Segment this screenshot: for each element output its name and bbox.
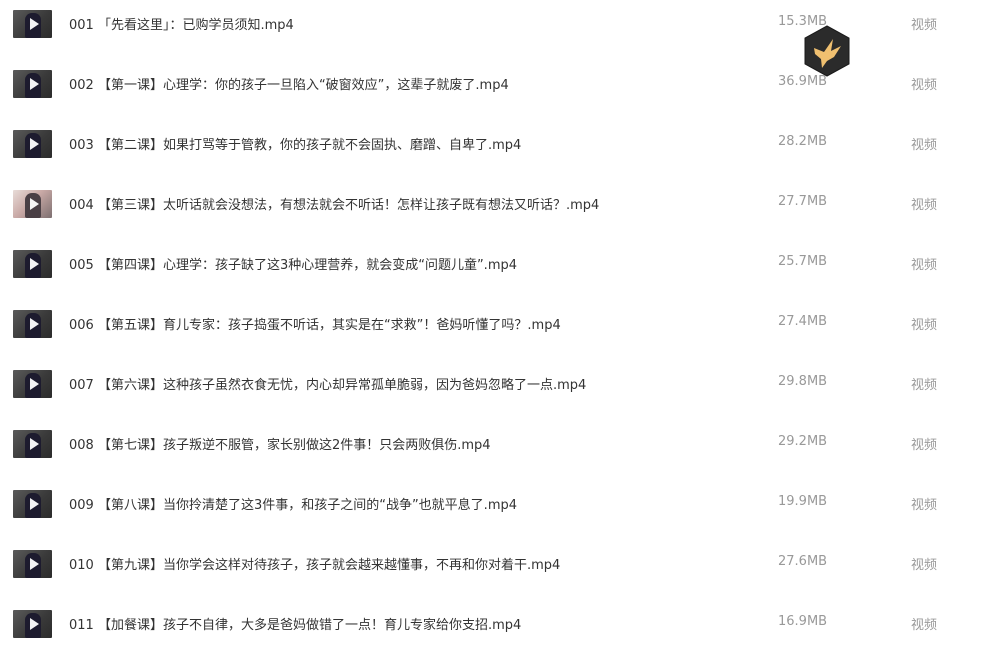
file-type: 视频	[911, 138, 938, 153]
file-type: 视频	[911, 498, 938, 513]
video-thumbnail[interactable]	[13, 130, 52, 158]
file-type: 视频	[911, 18, 938, 33]
file-type: 视频	[911, 318, 938, 333]
file-list: 001 「先看这里」：已购学员须知.mp4 15.3MB 视频 002 【第一课】心理…	[0, 0, 985, 649]
file-name[interactable]: 007 【第六课】这种孩子虽然衣食无忧，内心却异常孤单脆弱，因为爸妈忽略了一点.…	[69, 374, 586, 393]
play-icon[interactable]	[30, 198, 39, 210]
file-name[interactable]: 004 【第三课】太听话就会没想法，有想法就会不听话！怎样让孩子既有想法又听话？…	[69, 194, 599, 213]
file-row[interactable]: 005 【第四课】心理学：孩子缺了这3种心理营养，就会变成“问题儿童”.mp4 2…	[0, 246, 985, 294]
play-icon[interactable]	[30, 378, 39, 390]
file-row[interactable]: 006 【第五课】育儿专家：孩子捣蛋不听话，其实是在“求救”！爸妈听懂了吗？.m…	[0, 306, 985, 354]
play-icon[interactable]	[30, 138, 39, 150]
file-type: 视频	[911, 78, 938, 93]
file-size: 25.7MB	[778, 254, 828, 269]
file-type: 视频	[911, 618, 938, 633]
play-icon[interactable]	[30, 498, 39, 510]
bird-logo-icon	[804, 25, 850, 77]
file-name[interactable]: 001 「先看这里」：已购学员须知.mp4	[69, 14, 294, 33]
file-type: 视频	[911, 258, 938, 273]
file-row[interactable]: 007 【第六课】这种孩子虽然衣食无忧，内心却异常孤单脆弱，因为爸妈忽略了一点.…	[0, 366, 985, 414]
file-size: 27.6MB	[778, 554, 828, 569]
play-icon[interactable]	[30, 558, 39, 570]
play-icon[interactable]	[30, 18, 39, 30]
file-type: 视频	[911, 438, 938, 453]
file-size: 27.7MB	[778, 194, 828, 209]
video-thumbnail[interactable]	[13, 490, 52, 518]
video-thumbnail[interactable]	[13, 310, 52, 338]
file-name[interactable]: 011 【加餐课】孩子不自律，大多是爸妈做错了一点！育儿专家给你支招.mp4	[69, 614, 521, 633]
file-name[interactable]: 009 【第八课】当你拎清楚了这3件事，和孩子之间的“战争”也就平息了.mp4	[69, 494, 517, 513]
play-icon[interactable]	[30, 78, 39, 90]
file-name[interactable]: 006 【第五课】育儿专家：孩子捣蛋不听话，其实是在“求救”！爸妈听懂了吗？.m…	[69, 314, 561, 333]
file-size: 29.8MB	[778, 374, 828, 389]
file-row[interactable]: 011 【加餐课】孩子不自律，大多是爸妈做错了一点！育儿专家给你支招.mp4 16…	[0, 606, 985, 654]
video-thumbnail[interactable]	[13, 550, 52, 578]
file-name[interactable]: 010 【第九课】当你学会这样对待孩子，孩子就会越来越懂事，不再和你对着干.mp…	[69, 554, 560, 573]
play-icon[interactable]	[30, 438, 39, 450]
file-type: 视频	[911, 378, 938, 393]
file-size: 16.9MB	[778, 614, 828, 629]
file-type: 视频	[911, 198, 938, 213]
file-size: 27.4MB	[778, 314, 828, 329]
file-name[interactable]: 003 【第二课】如果打骂等于管教，你的孩子就不会固执、磨蹭、自卑了.mp4	[69, 134, 521, 153]
video-thumbnail[interactable]	[13, 190, 52, 218]
file-row[interactable]: 009 【第八课】当你拎清楚了这3件事，和孩子之间的“战争”也就平息了.mp4 1…	[0, 486, 985, 534]
play-icon[interactable]	[30, 258, 39, 270]
file-size: 29.2MB	[778, 434, 828, 449]
file-row[interactable]: 008 【第七课】孩子叛逆不服管，家长别做这2件事！只会两败俱伤.mp4 29.2…	[0, 426, 985, 474]
video-thumbnail[interactable]	[13, 10, 52, 38]
file-row[interactable]: 004 【第三课】太听话就会没想法，有想法就会不听话！怎样让孩子既有想法又听话？…	[0, 186, 985, 234]
file-size: 28.2MB	[778, 134, 828, 149]
file-name[interactable]: 008 【第七课】孩子叛逆不服管，家长别做这2件事！只会两败俱伤.mp4	[69, 434, 491, 453]
file-type: 视频	[911, 558, 938, 573]
file-row[interactable]: 010 【第九课】当你学会这样对待孩子，孩子就会越来越懂事，不再和你对着干.mp…	[0, 546, 985, 594]
play-icon[interactable]	[30, 318, 39, 330]
video-thumbnail[interactable]	[13, 610, 52, 638]
file-name[interactable]: 002 【第一课】心理学：你的孩子一旦陷入“破窗效应”，这辈子就废了.mp4	[69, 74, 509, 93]
video-thumbnail[interactable]	[13, 250, 52, 278]
video-thumbnail[interactable]	[13, 70, 52, 98]
video-thumbnail[interactable]	[13, 430, 52, 458]
file-size: 19.9MB	[778, 494, 828, 509]
video-thumbnail[interactable]	[13, 370, 52, 398]
play-icon[interactable]	[30, 618, 39, 630]
file-name[interactable]: 005 【第四课】心理学：孩子缺了这3种心理营养，就会变成“问题儿童”.mp4	[69, 254, 517, 273]
file-row[interactable]: 003 【第二课】如果打骂等于管教，你的孩子就不会固执、磨蹭、自卑了.mp4 28…	[0, 126, 985, 174]
